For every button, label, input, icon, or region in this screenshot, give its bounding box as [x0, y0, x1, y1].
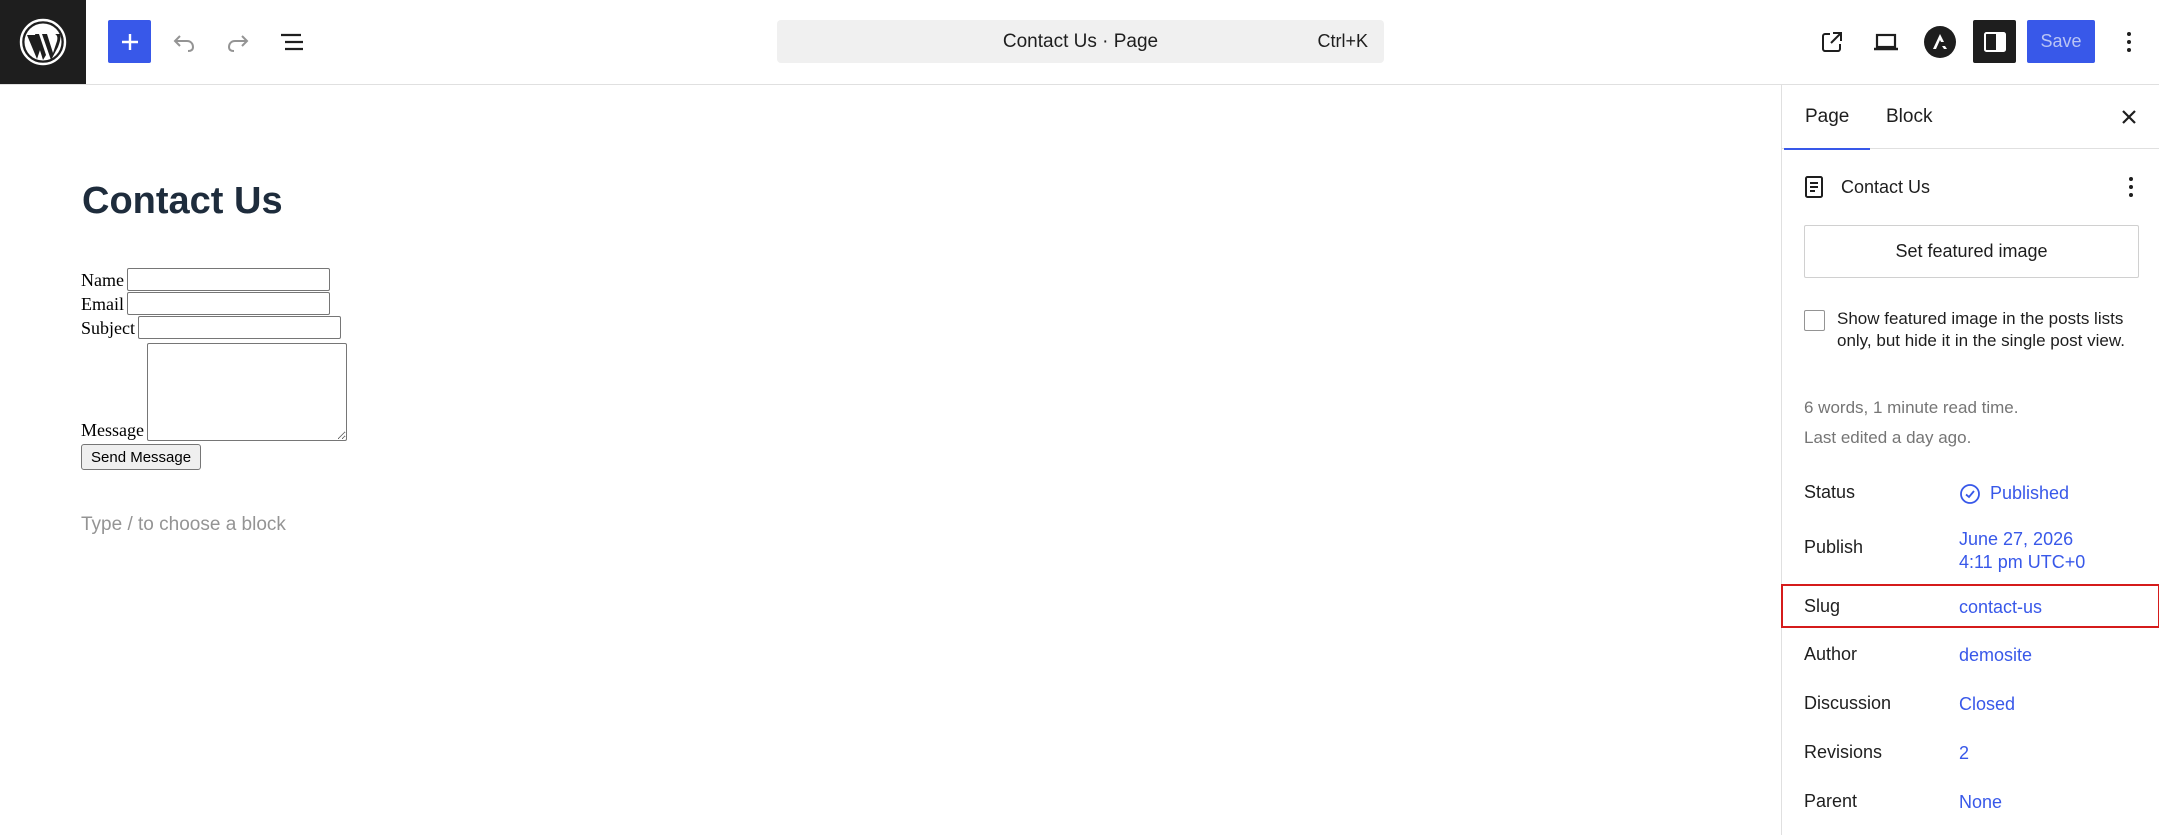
vertical-ellipsis-icon — [2129, 177, 2133, 197]
laptop-icon — [1873, 33, 1898, 50]
document-actions-button[interactable] — [2119, 175, 2143, 199]
publish-date-button[interactable]: June 27, 2026 4:11 pm UTC+0 — [1959, 528, 2085, 574]
set-featured-image-button[interactable]: Set featured image — [1804, 225, 2139, 278]
view-page-button[interactable] — [1810, 20, 1853, 63]
undo-icon — [173, 34, 194, 52]
hide-featured-image-checkbox[interactable] — [1804, 310, 1825, 331]
redo-button[interactable] — [216, 20, 259, 63]
document-summary: Contact Us — [1803, 171, 2143, 203]
name-field[interactable] — [126, 268, 330, 291]
tab-page[interactable]: Page — [1783, 85, 1871, 150]
message-field[interactable] — [146, 343, 347, 441]
checkbox-label[interactable]: Show featured image in the posts lists o… — [1837, 308, 2127, 352]
email-label: Email — [81, 294, 124, 314]
email-field[interactable] — [127, 292, 330, 315]
slug-label: Slug — [1804, 596, 1841, 616]
sidebar-toggle-icon — [1983, 31, 2006, 52]
published-check-icon — [1960, 483, 1980, 504]
author-value[interactable]: demosite — [1959, 644, 2032, 667]
preview-button[interactable] — [1864, 20, 1907, 63]
subject-row: Subject — [81, 315, 347, 339]
external-link-icon — [1821, 31, 1842, 52]
options-menu-button[interactable] — [2107, 20, 2150, 63]
publish-time: 4:11 pm UTC+0 — [1959, 552, 2086, 572]
close-icon — [2122, 110, 2136, 124]
undo-button[interactable] — [162, 20, 205, 63]
save-button[interactable]: Save — [2027, 20, 2095, 63]
message-row: Message — [81, 339, 347, 441]
publish-label: Publish — [1804, 537, 1864, 557]
tab-block[interactable]: Block — [1884, 85, 1934, 149]
close-sidebar-button[interactable] — [2117, 105, 2141, 129]
status-text: Published — [1990, 483, 2070, 503]
author-label: Author — [1804, 644, 1858, 664]
status-value[interactable]: Published — [1959, 482, 2069, 505]
email-row: Email — [81, 291, 347, 315]
name-label: Name — [81, 270, 124, 290]
document-title-label: Contact Us · Page — [1002, 30, 1159, 52]
editor-header: Contact Us · Page Ctrl+K Save — [0, 0, 2159, 85]
redo-icon — [227, 34, 248, 52]
parent-label: Parent — [1804, 791, 1858, 811]
editor-canvas[interactable]: Contact Us Name Email Subject Message Se… — [0, 85, 1781, 835]
shortcut-hint: Ctrl+K — [1317, 31, 1368, 51]
plus-icon — [121, 33, 138, 50]
message-label: Message — [81, 420, 144, 440]
wordpress-logo-icon[interactable] — [0, 0, 86, 84]
word-count: 6 words, 1 minute read time. — [1804, 398, 2019, 417]
list-view-icon — [280, 33, 303, 50]
page-title[interactable]: Contact Us — [82, 180, 283, 223]
settings-sidebar: Page Block Contact Us Set featured image… — [1781, 85, 2159, 835]
settings-toggle-button[interactable] — [1973, 20, 2016, 63]
discussion-label: Discussion — [1804, 693, 1892, 713]
status-label: Status — [1804, 482, 1856, 502]
document-title: Contact Us — [1841, 176, 1931, 197]
page-icon — [1805, 176, 1823, 198]
revisions-label: Revisions — [1804, 742, 1883, 762]
last-edited: Last edited a day ago. — [1804, 428, 1972, 447]
slug-value[interactable]: contact-us — [1959, 596, 2042, 619]
astra-settings-button[interactable] — [1918, 20, 1961, 63]
astra-icon — [1923, 25, 1956, 58]
discussion-value[interactable]: Closed — [1959, 693, 2015, 716]
contact-form: Name Email Subject Message Send Message — [81, 267, 347, 470]
add-block-button[interactable] — [108, 20, 151, 63]
subject-label: Subject — [81, 318, 135, 338]
command-palette-bar[interactable]: Contact Us · Page Ctrl+K — [777, 20, 1384, 63]
block-appender-placeholder[interactable]: Type / to choose a block — [81, 514, 286, 536]
document-overview-button[interactable] — [270, 20, 313, 63]
slug-row: Slug contact-us — [1781, 584, 2159, 628]
send-message-button[interactable]: Send Message — [81, 444, 202, 470]
revisions-value[interactable]: 2 — [1959, 742, 1969, 765]
name-row: Name — [81, 267, 347, 291]
publish-date: June 27, 2026 — [1959, 529, 2074, 549]
subject-field[interactable] — [138, 316, 341, 339]
sidebar-tabs: Page Block — [1782, 85, 2159, 150]
parent-value[interactable]: None — [1959, 791, 2002, 814]
vertical-ellipsis-icon — [2126, 31, 2131, 52]
